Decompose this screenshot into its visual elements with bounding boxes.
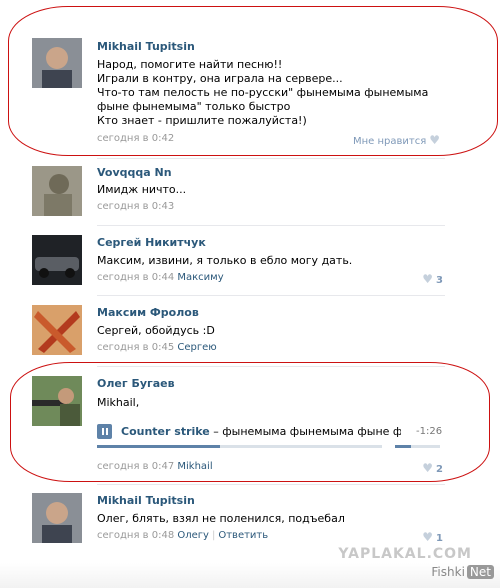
yaplakal-watermark: YAPLAKAL.COM xyxy=(338,546,472,562)
avatar[interactable] xyxy=(32,235,82,285)
divider xyxy=(97,484,445,485)
like-label: Мне нравится xyxy=(352,136,427,147)
comment-line: фыне фынемыма" только быстро xyxy=(97,100,291,113)
audio-volume-fill xyxy=(395,445,411,448)
heart-icon: ♥ xyxy=(422,530,434,544)
divider xyxy=(97,295,445,296)
audio-progress-bar[interactable] xyxy=(97,445,382,448)
divider xyxy=(97,366,445,367)
comment-time[interactable]: сегодня в 0:45 xyxy=(97,342,174,353)
audio-track-title[interactable]: Counter strike – фынемыма фынемыма фыне … xyxy=(121,425,401,438)
like-button[interactable]: ♥ 3 xyxy=(422,272,443,286)
comment-text: Максим, извини, я только в ебло могу дат… xyxy=(97,254,353,267)
heart-icon: ♥ xyxy=(422,461,434,475)
like-button[interactable]: ♥ 1 xyxy=(422,530,443,544)
reply-button[interactable]: Ответить xyxy=(218,530,268,541)
comment-line: Что-то там пелость не по-русски" фынемым… xyxy=(97,86,429,99)
audio-remaining-time[interactable]: -1:26 xyxy=(416,426,442,437)
like-count: 1 xyxy=(436,533,443,544)
comment-meta: сегодня в 0:48 Олегу | Ответить xyxy=(97,530,268,541)
watermark-bar xyxy=(0,563,500,588)
author-name[interactable]: Сергей Никитчук xyxy=(97,236,206,249)
comment-line: Кто знает - пришлите пожалуйста!) xyxy=(97,114,307,127)
comment-time[interactable]: сегодня в 0:42 xyxy=(97,133,174,144)
comment-text: Олег, блять, взял не поленился, подъебал xyxy=(97,512,345,525)
comment-time[interactable]: сегодня в 0:44 xyxy=(97,272,174,283)
fishki-text: Fishki xyxy=(431,565,465,579)
separator: | xyxy=(211,530,216,541)
comment-line: Народ, помогите найти песню!! xyxy=(97,58,283,71)
audio-song-name: – фынемыма фынемыма фыне ф... xyxy=(209,425,401,438)
reply-to-link[interactable]: Mikhail xyxy=(177,461,212,472)
avatar[interactable] xyxy=(32,166,82,216)
reply-to-link[interactable]: Максиму xyxy=(177,272,223,283)
reply-to-link[interactable]: Олегу xyxy=(177,530,209,541)
avatar[interactable] xyxy=(32,305,82,355)
author-name[interactable]: Максим Фролов xyxy=(97,306,199,319)
audio-progress-fill xyxy=(97,445,220,448)
comment-time[interactable]: сегодня в 0:48 xyxy=(97,530,174,541)
heart-icon: ♥ xyxy=(429,133,440,147)
fishki-net-badge: Net xyxy=(466,565,494,579)
divider xyxy=(97,158,445,159)
author-name[interactable]: Vovqqqa Nn xyxy=(97,166,172,179)
comment-text: Mikhail, xyxy=(97,396,140,409)
fishki-watermark: Fishki Net xyxy=(431,565,494,579)
comment-time[interactable]: сегодня в 0:47 xyxy=(97,461,174,472)
like-count: 2 xyxy=(436,464,443,475)
comment-meta: сегодня в 0:44 Максиму xyxy=(97,272,224,283)
comment-text: Имидж ничто... xyxy=(97,183,187,196)
comment-text: Сергей, обойдусь :D xyxy=(97,324,215,337)
author-name[interactable]: Mikhail Tupitsin xyxy=(97,494,195,507)
comment-line: Играли в контру, она играла на сервере..… xyxy=(97,72,343,85)
author-name[interactable]: Mikhail Tupitsin xyxy=(97,40,195,53)
avatar[interactable] xyxy=(32,376,82,426)
reply-to-link[interactable]: Сергею xyxy=(177,342,216,353)
audio-play-button[interactable] xyxy=(97,424,112,439)
avatar[interactable] xyxy=(32,38,82,88)
annotation-circle-audio-post xyxy=(10,362,490,482)
author-name[interactable]: Олег Бугаев xyxy=(97,377,175,390)
comment-time[interactable]: сегодня в 0:43 xyxy=(97,201,174,212)
audio-volume-bar[interactable] xyxy=(395,445,440,448)
comment-meta: сегодня в 0:47 Mikhail xyxy=(97,461,213,472)
divider xyxy=(97,225,445,226)
comment-text: Народ, помогите найти песню!! Играли в к… xyxy=(97,58,457,128)
avatar[interactable] xyxy=(32,493,82,543)
audio-artist[interactable]: Counter strike xyxy=(121,425,210,438)
like-button[interactable]: Мне нравится ♥ xyxy=(353,133,443,147)
heart-icon: ♥ xyxy=(422,272,434,286)
like-button[interactable]: ♥ 2 xyxy=(422,461,443,475)
like-count: 3 xyxy=(436,275,443,286)
comment-meta: сегодня в 0:45 Сергею xyxy=(97,342,217,353)
